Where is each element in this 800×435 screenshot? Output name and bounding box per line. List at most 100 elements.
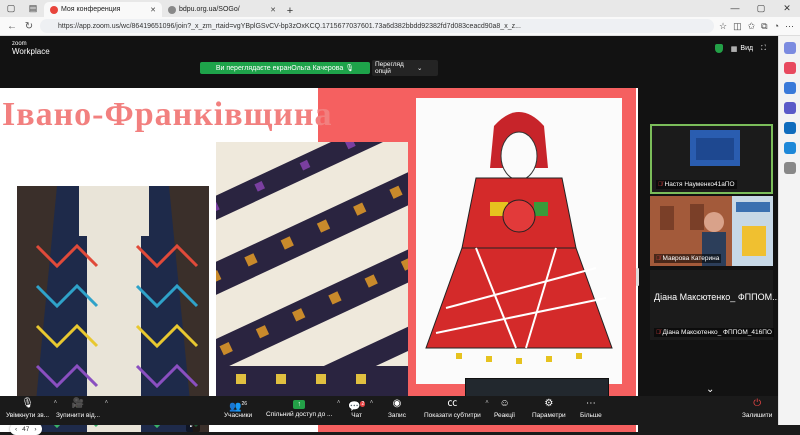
caret-up-icon[interactable]: ˄ [337,400,341,406]
zoom-favicon-icon [50,5,58,14]
participants-panel: 🎙̸ Настя Науменко41аПО 🎙̸ Маврова Катери… [646,120,780,420]
participants-button[interactable]: 👥26 Учасники [224,398,252,419]
captions-label: Показати субтитри [424,412,481,419]
view-button[interactable]: ▦ Вид [731,45,753,53]
outlook-icon[interactable] [783,122,796,134]
edge-drop-icon[interactable] [783,142,796,154]
participants-icon: 👥26 [229,401,248,413]
mic-muted-icon: 🎙̸ [656,255,661,262]
more-label: Більше [580,412,602,419]
fullscreen-icon[interactable]: ⛶ [761,45,766,53]
leave-button[interactable]: ⏻ Залишити [742,398,772,419]
star-icon[interactable]: ☆ [719,21,727,32]
new-tab-button[interactable]: + [282,5,298,17]
participant-name: 🎙̸ Маврова Катерина [654,254,722,263]
chat-button[interactable]: 💬2 Чат ˄ [348,398,373,419]
edge-sidebar [778,36,800,425]
menu-icon[interactable]: ⋯ [785,21,794,32]
participant-name-text: Настя Науменко41аПО [664,181,735,188]
page-favicon-icon [168,5,176,14]
url-field[interactable]: https://app.zoom.us/wc/86419651096/join?… [40,19,714,33]
mic-icon: 🎙 [345,65,355,72]
share-screen-button[interactable]: ↑ Спільний доступ до ... ˄ [266,398,340,418]
participant-tile[interactable]: Діана Максютенко_ ФППОМ... 🎙̸ Діана Макс… [650,270,780,340]
grid-icon: ▦ [730,45,738,53]
settings-button[interactable]: ⚙ Параметри [532,398,566,419]
chat-badge: 2 [360,401,366,407]
record-button[interactable]: ◉ Запис [388,398,406,419]
zoom-meeting: zoom Workplace ▦ Вид ⛶ Ви переглядаєте е… [0,36,780,435]
embroidered-towel-image [216,142,408,398]
shopping-icon[interactable] [783,62,796,74]
shared-screen: Івано-Франківщина ‹ 47 › [0,88,639,435]
mic-muted-icon: 🎙̸ [656,329,661,336]
slide-title: Івано-Франківщина [2,96,333,133]
record-label: Запис [388,412,406,419]
meeting-toolbar: 🎙 Увімкнути зв... ˄ 🎥 Зупинити від... ˄ … [0,396,778,425]
gear-icon: ⚙ [544,398,554,409]
unmute-button[interactable]: 🎙 Увімкнути зв... ˄ [6,398,57,419]
window-menu-icon[interactable]: ▢ [0,0,22,17]
back-icon[interactable]: ← [6,21,18,32]
reactions-button[interactable]: ☺ Реакції [494,398,515,419]
caret-up-icon[interactable]: ˄ [370,400,374,406]
participant-name: 🎙̸ Настя Науменко41аПО [656,180,737,189]
split-screen-icon[interactable]: ◫ [733,21,742,32]
prev-page-icon[interactable]: ‹ [15,426,17,433]
resize-handle[interactable] [636,268,639,286]
add-sidebar-icon[interactable] [783,162,796,174]
viewing-screen-banner: Ви переглядаєте екранОльга Качерова 🎙 [200,62,370,74]
copilot-icon[interactable] [783,42,796,54]
view-options-button[interactable]: Перегляд опцій ⌄ [372,60,438,76]
zoom-logo: zoom Workplace [12,40,50,56]
refresh-icon[interactable]: ↻ [23,21,35,32]
participant-name: 🎙̸ Діана Максютенко_ ФППОМ_416ПО [654,328,774,337]
collections-icon[interactable]: ⧉ [761,21,767,32]
close-window-icon[interactable]: ✕ [774,0,800,17]
zoom-header: zoom Workplace ▦ Вид ⛶ [0,36,778,60]
favorites-icon[interactable]: ✩ [748,21,756,32]
chevron-down-icon: ⌄ [417,64,423,72]
stop-video-button[interactable]: 🎥 Зупинити від... ˄ [56,398,108,419]
leave-icon: ⏻ [753,398,762,409]
caret-up-icon[interactable]: ˄ [485,400,489,406]
participant-name-text: Діана Максютенко_ ФППОМ_416ПО [662,329,772,336]
caret-up-icon[interactable]: ˄ [105,400,109,406]
mic-muted-icon: 🎙 [21,398,34,409]
participant-tile[interactable]: 🎙̸ Маврова Катерина [650,196,773,266]
view-label: Вид [740,45,754,52]
smiley-icon: ☺ [499,398,510,409]
record-icon: ◉ [392,398,402,409]
stop-video-label: Зупинити від... [56,412,101,419]
tab-label: bdpu.org.ua/SOGo/ [179,6,240,13]
more-button[interactable]: ⋯ Більше [580,398,602,419]
mic-muted-icon: 🎙̸ [658,181,663,188]
participant-tile[interactable]: 🎙̸ Настя Науменко41аПО [650,124,773,194]
video-camera-icon: 🎥 [71,398,85,409]
captions-icon: ㏄ [447,398,458,409]
captions-button[interactable]: ㏄ Показати субтитри ˄ [424,398,489,419]
games-icon[interactable] [783,102,796,114]
chat-label: Чат [351,412,363,419]
profile-icon[interactable]: ◔ [774,21,779,32]
address-bar-row: ← ↻ https://app.zoom.us/wc/86419651096/j… [0,17,800,36]
minimize-icon[interactable]: — [722,0,748,17]
share-screen-icon: ↑ [293,400,306,409]
tab-strip: ▢ ▤ Моя конференция ✕ bdpu.org.ua/SOGo/ … [0,0,800,17]
security-shield-icon[interactable] [714,44,723,53]
maximize-icon[interactable]: ▢ [748,0,774,17]
tools-icon[interactable] [783,82,796,94]
close-tab-icon[interactable]: ✕ [270,6,276,14]
leave-label: Залишити [742,412,773,419]
close-tab-icon[interactable]: ✕ [150,6,156,14]
next-page-icon[interactable]: › [34,426,36,433]
tab-zoom[interactable]: Моя конференция ✕ [44,2,162,17]
view-options-label: Перегляд опцій [375,61,404,75]
browser-window: ▢ ▤ Моя конференция ✕ bdpu.org.ua/SOGo/ … [0,0,800,435]
tab-actions-icon[interactable]: ▤ [22,0,44,17]
more-icon: ⋯ [585,398,596,409]
participants-count: 26 [241,401,248,407]
chevron-down-icon[interactable]: ⌄ [706,384,714,395]
tab-sogo[interactable]: bdpu.org.ua/SOGo/ ✕ [162,2,282,17]
page-number: 47 [22,425,30,433]
